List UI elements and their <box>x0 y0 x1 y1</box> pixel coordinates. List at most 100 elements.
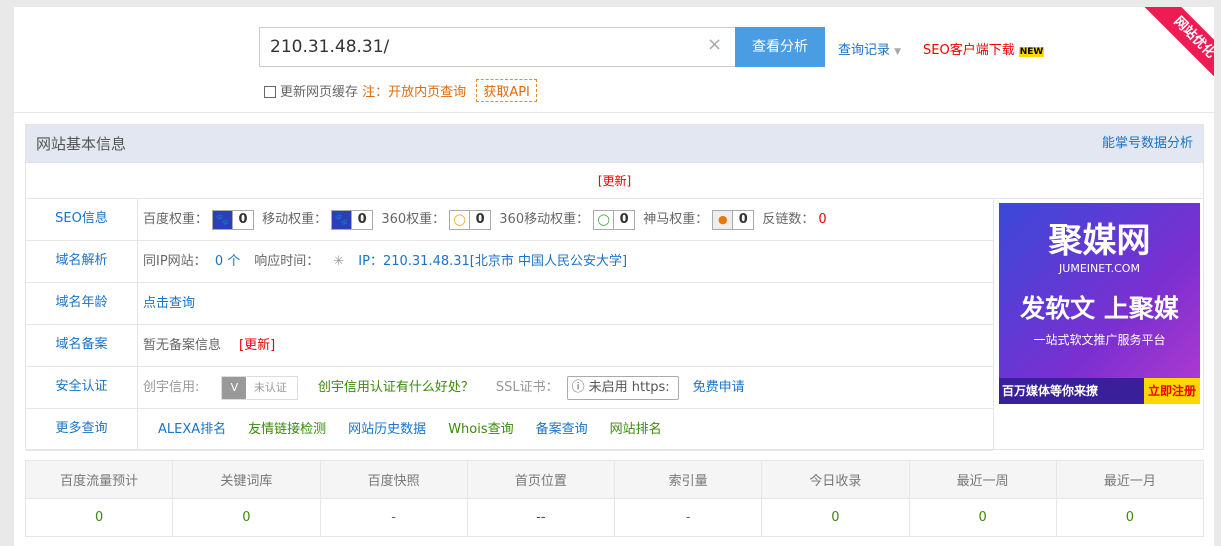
whois-link[interactable]: Whois查询 <box>448 422 513 437</box>
ip-link[interactable]: IP：210.31.48.31[北京市 中国人民公安大学] <box>358 254 627 269</box>
baidu-paw-icon: 🐾 <box>332 210 353 229</box>
options: 更新网页缓存 注：开放内页查询 获取API <box>264 79 537 102</box>
stats-table: 百度流量预计 关键词库 百度快照 首页位置 索引量 今日收录 最近一周 最近一月 0 0- -- -… <box>24 460 1205 537</box>
mobile-weight-label: 移动权重： <box>262 212 328 227</box>
row-security: 安全认证 创宇信用: V 未认证 创宇信用认证有什么好处？ SSL证书： ⓘ 未启用 ht… <box>26 367 993 409</box>
ssl-apply-link[interactable]: 免费申请 <box>693 380 745 395</box>
history-data-link[interactable]: 网站历史数据 <box>348 422 426 437</box>
analyze-button[interactable]: 查看分析 <box>735 27 825 67</box>
clear-icon[interactable]: × <box>707 34 722 55</box>
value: 0 <box>619 211 629 227</box>
divider <box>993 199 994 449</box>
ad-brand: 聚媒网 <box>1048 221 1151 261</box>
credit-badge-text: 未认证 <box>253 380 287 394</box>
ad-register-button[interactable]: 立即注册 <box>1143 378 1200 404</box>
refresh-cache-label: 更新网页缓存 <box>280 85 359 100</box>
stats-header: 最近一周 <box>908 460 1057 499</box>
row-label[interactable]: SEO信息 <box>26 199 138 241</box>
stats-value[interactable]: 0 <box>761 498 910 537</box>
same-ip-value[interactable]: 0 个 <box>215 254 240 269</box>
360-weight-badge[interactable]: ◯ 0 <box>449 209 492 230</box>
note-link[interactable]: 注：开放内页查询 <box>362 85 466 100</box>
history-label: 查询记录 <box>838 43 891 58</box>
stats-header: 百度快照 <box>319 460 468 499</box>
row-label[interactable]: 更多查询 <box>26 409 138 451</box>
new-badge: NEW <box>1018 47 1045 57</box>
360-mobile-weight-badge[interactable]: ◯ 0 <box>593 209 636 230</box>
credit-info-link[interactable]: 创宇信用认证有什么好处？ <box>318 380 474 395</box>
shenma-weight-badge[interactable]: ● 0 <box>712 209 755 230</box>
stats-header: 最近一月 <box>1055 460 1205 499</box>
verified-v-icon: V <box>222 376 247 399</box>
stats-value: - <box>319 498 468 537</box>
caret-down-icon: ▼ <box>894 47 902 57</box>
stats-value: - <box>613 498 763 537</box>
stats-value[interactable]: 0 <box>172 498 321 537</box>
row-dns: 域名解析 同IP网站： 0 个响应时间： ✳ IP：210.31.48.31[北京… <box>26 241 993 283</box>
icp-query-link[interactable]: 备案查询 <box>536 422 588 437</box>
360-icon: ◯ <box>594 210 615 229</box>
stats-value[interactable]: 0 <box>1055 498 1205 537</box>
value: 0 <box>357 211 367 227</box>
credit-badge[interactable]: V 未认证 <box>221 375 298 400</box>
seo-client-label: SEO客户端下载 <box>923 43 1015 58</box>
friend-link-check[interactable]: 友情链接检测 <box>248 422 326 437</box>
analysis-link[interactable]: 能掌号数据分析 <box>1102 125 1193 163</box>
seo-client-download-link[interactable]: SEO客户端下载 NEW <box>923 39 1045 58</box>
stats-value[interactable]: 0 <box>24 498 174 537</box>
response-time-label: 响应时间： <box>254 254 320 269</box>
baidu-weight-badge[interactable]: 🐾 0 <box>212 209 255 230</box>
stats-value[interactable]: 0 <box>908 498 1057 537</box>
stats-header: 今日收录 <box>761 460 910 499</box>
search-bar: 210.31.48.31/ × 查看分析 查询记录 ▼ SEO客户端下载 NEW … <box>14 7 1214 113</box>
panel-header: 网站基本信息 能掌号数据分析 <box>26 125 1203 163</box>
ad-domain: JUMEINET.COM <box>1059 262 1140 275</box>
row-age: 域名年龄 点击查询 <box>26 283 993 325</box>
baidu-paw-icon: 🐾 <box>213 210 234 229</box>
search-input[interactable]: 210.31.48.31/ <box>259 27 736 67</box>
row-label[interactable]: 域名年龄 <box>26 283 138 325</box>
seo-ribbon[interactable]: 网站优化 <box>1144 7 1214 77</box>
stats-header: 索引量 <box>613 460 763 499</box>
shenma-weight-label: 神马权重： <box>643 212 709 227</box>
stats-header: 首页位置 <box>466 460 616 499</box>
age-query-link[interactable]: 点击查询 <box>143 296 195 311</box>
info-icon: ⓘ <box>571 379 585 395</box>
row-more: 更多查询 ALEXA排名 友情链接检测 网站历史数据 Whois查询 备案查询 网站排名 <box>26 409 993 451</box>
same-ip-label: 同IP网站： <box>143 254 207 269</box>
baidu-weight-label: 百度权重： <box>143 212 209 227</box>
360-icon: ◯ <box>450 210 471 229</box>
row-label[interactable]: 域名备案 <box>26 325 138 367</box>
credit-label: 创宇信用: <box>143 380 200 395</box>
basic-info-panel: 网站基本信息 能掌号数据分析 [更新] SEO信息 百度权重： 🐾 0 移动权重： 🐾 0… <box>25 124 1204 451</box>
row-label[interactable]: 安全认证 <box>26 367 138 409</box>
ssl-value: 未启用 https: <box>588 379 670 395</box>
icp-update-link[interactable]: [更新] <box>239 338 275 353</box>
get-api-button[interactable]: 获取API <box>476 79 537 102</box>
stats-header: 关键词库 <box>172 460 321 499</box>
ribbon-label: 网站优化 <box>1144 7 1214 77</box>
ssl-status: ⓘ 未启用 https: <box>566 375 679 400</box>
backlinks-value[interactable]: 0 <box>818 212 826 227</box>
row-label[interactable]: 域名解析 <box>26 241 138 283</box>
refresh-cache-checkbox[interactable] <box>264 86 276 98</box>
backlinks-label: 反链数： <box>762 212 815 227</box>
site-rank-link[interactable]: 网站排名 <box>610 422 662 437</box>
360-mobile-weight-label: 360移动权重： <box>499 212 590 227</box>
alexa-link[interactable]: ALEXA排名 <box>158 422 226 437</box>
ad-bottom: 百万媒体等你来撩 <box>1002 384 1099 398</box>
update-link[interactable]: [更新] <box>26 163 1203 199</box>
ssl-label: SSL证书： <box>495 380 559 395</box>
360-weight-label: 360权重： <box>381 212 446 227</box>
stats-value: -- <box>466 498 616 537</box>
loading-spinner-icon: ✳ <box>333 254 345 269</box>
ad-sub: 一站式软文推广服务平台 <box>1033 333 1166 347</box>
shenma-icon: ● <box>713 210 734 229</box>
row-icp: 域名备案 暂无备案信息 [更新] <box>26 325 993 367</box>
page: 210.31.48.31/ × 查看分析 查询记录 ▼ SEO客户端下载 NEW … <box>14 7 1214 546</box>
icp-text: 暂无备案信息 <box>143 338 222 353</box>
ad-slogan: 发软文 上聚媒 <box>1020 294 1179 323</box>
history-dropdown[interactable]: 查询记录 ▼ <box>838 39 901 58</box>
mobile-weight-badge[interactable]: 🐾 0 <box>331 209 374 230</box>
ad-banner[interactable]: 聚媒网 JUMEINET.COM 发软文 上聚媒 一站式软文推广服务平台 百万媒… <box>999 203 1200 404</box>
